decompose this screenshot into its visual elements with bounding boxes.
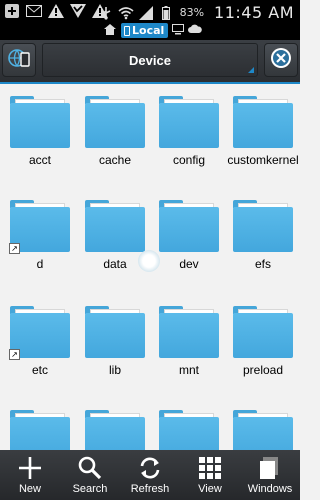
folder-item[interactable]: dev [152,188,226,292]
folder-icon [85,200,145,252]
globe-phone-button[interactable] [2,43,36,77]
usb-icon [98,5,114,21]
path-toolbar: Device [0,40,300,82]
path-dropdown[interactable]: Device [42,43,258,77]
folder-icon: ↗ [9,200,70,254]
folder-label: acct [28,153,51,167]
path-label: Device [129,52,171,68]
folder-icon: ↗ [9,306,70,360]
folder-item[interactable] [152,398,226,450]
refresh-icon [137,455,163,481]
folder-icon [85,96,145,148]
folder-label: customkernel [227,153,299,167]
folder-item[interactable]: ↗ etc [3,294,77,398]
folder-icon [159,96,219,148]
folder-icon [233,96,293,148]
shortcut-arrow-icon: ↗ [9,349,20,360]
folder-item[interactable]: config [152,84,226,188]
folder-label: dev [179,257,199,271]
new-button[interactable]: New [0,450,60,500]
refresh-button[interactable]: Refresh [120,450,180,500]
folder-item[interactable]: efs [226,188,300,292]
phone-icon [124,25,130,36]
bottom-action-bar: New Search Refresh View Windows [0,450,300,500]
folder-label: d [36,257,44,271]
folder-item[interactable] [3,398,77,450]
folder-item[interactable]: acct [3,84,77,188]
clock: 11:45 AM [214,3,294,22]
close-circle-icon [269,46,293,74]
warning-icon [48,3,64,19]
new-label: New [18,483,41,495]
signal-icon [138,5,154,21]
folder-item[interactable] [78,398,152,450]
folder-icon [85,306,145,358]
folder-icon [159,410,219,450]
folder-item[interactable]: mnt [152,294,226,398]
folder-item[interactable] [226,398,300,450]
folder-item[interactable]: preload [226,294,300,398]
close-path-button[interactable] [264,43,298,77]
folder-label: cache [98,153,132,167]
check-triangle-icon [70,3,86,19]
folder-item[interactable]: lib [78,294,152,398]
dropdown-corner-icon [248,67,254,73]
folder-item[interactable]: data [78,188,152,292]
folder-item[interactable]: ↗ d [3,188,77,292]
folder-item[interactable]: customkernel [226,84,300,188]
folder-label: preload [242,363,284,377]
view-label: View [198,483,222,495]
folder-label: efs [254,257,271,271]
search-icon [77,455,103,481]
shortcut-arrow-icon: ↗ [9,243,20,254]
windows-stack-icon [257,455,283,481]
folder-icon [159,200,219,252]
folder-icon [233,306,293,358]
search-label: Search [72,483,108,495]
folder-icon [85,410,145,450]
battery-icon [158,5,174,21]
plus-icon [4,3,20,19]
windows-button[interactable]: Windows [240,450,300,500]
globe-phone-icon [7,46,31,74]
folder-icon [233,200,293,252]
folder-label: mnt [178,363,199,377]
search-button[interactable]: Search [60,450,120,500]
folder-icon [233,410,293,450]
local-location-tab[interactable]: Local [121,23,169,38]
folder-icon [10,410,70,450]
loading-spinner [138,250,160,272]
folder-icon [159,306,219,358]
wifi-icon [118,5,134,21]
folder-item[interactable]: cache [78,84,152,188]
pc-icon[interactable] [172,23,185,38]
refresh-label: Refresh [130,483,170,495]
plus-icon [17,455,43,481]
location-strip: Local [0,22,300,40]
folder-grid: acct cache config customkernel ↗ d data dev efs ↗… [0,84,300,450]
cloud-icon[interactable] [188,24,203,37]
windows-label: Windows [247,483,293,495]
grid-view-icon [197,455,223,481]
view-button[interactable]: View [180,450,240,500]
folder-label: config [172,153,206,167]
mail-icon [26,3,42,19]
folder-icon [10,96,70,148]
folder-label: etc [31,363,48,377]
status-bar: 83% 11:45 AM [0,0,300,22]
local-label: Local [132,24,165,37]
battery-percent: 83% [179,6,205,19]
folder-label: lib [108,363,121,377]
home-icon[interactable] [103,23,117,38]
